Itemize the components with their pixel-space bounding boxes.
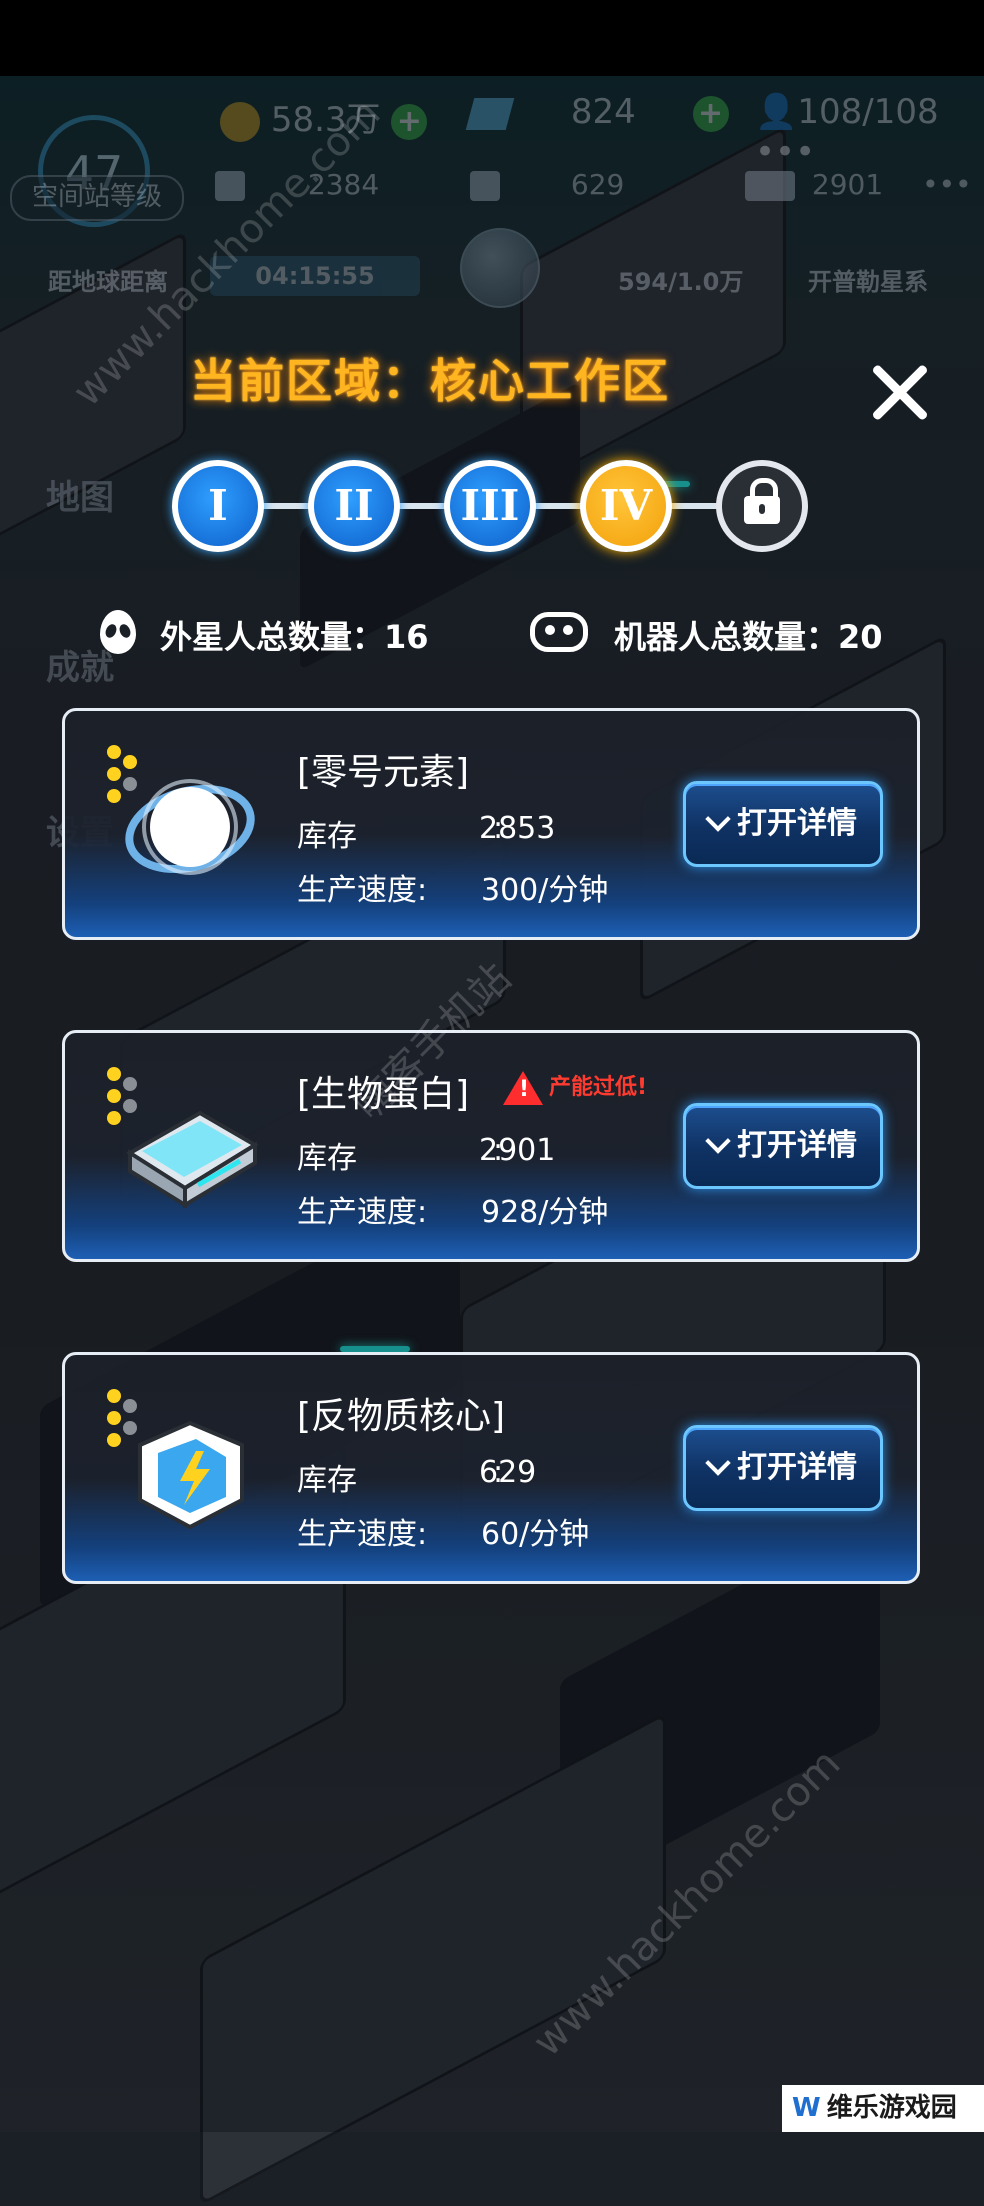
low-capacity-warning: ! 产能过低! <box>503 1069 647 1105</box>
chevron-down-icon <box>705 1449 731 1476</box>
open-details-button[interactable]: 打开详情 <box>683 1425 883 1511</box>
status-bar <box>0 0 984 76</box>
stage-3-button[interactable]: III <box>444 460 536 552</box>
warning-icon: ! <box>503 1071 543 1105</box>
stock-label: 库存 <box>297 1141 357 1176</box>
item-name: [零号元素] <box>297 752 470 793</box>
item-name: [反物质核心] <box>297 1396 506 1437</box>
rate-value: 60/分钟 <box>481 1517 590 1552</box>
warning-text: 产能过低! <box>549 1075 648 1100</box>
open-details-label: 打开详情 <box>737 806 857 841</box>
close-icon[interactable] <box>868 360 932 424</box>
rate-label: 生产速度: <box>297 873 428 908</box>
stage-locked-button[interactable] <box>716 460 808 552</box>
resource-card-zero-element: [零号元素] 库存 : 2853 生产速度: 300/分钟 打开详情 <box>62 708 920 940</box>
open-details-label: 打开详情 <box>737 1450 857 1485</box>
resource-card-antimatter-core: [反物质核心] 库存 : 629 生产速度: 60/分钟 打开详情 <box>62 1352 920 1584</box>
stock-label: 库存 <box>297 1463 357 1498</box>
rate-value: 300/分钟 <box>481 873 609 908</box>
resource-card-bio-protein: [生物蛋白] ! 产能过低! 库存 : 2901 生产速度: 928/分钟 打开详… <box>62 1030 920 1262</box>
stage-2-button[interactable]: II <box>308 460 400 552</box>
brand-logo: W 维乐游戏园 <box>782 2085 984 2132</box>
bio-protein-tray-icon <box>126 1110 259 1209</box>
rate-label: 生产速度: <box>297 1517 428 1552</box>
stage-1-button[interactable]: I <box>172 460 264 552</box>
lock-icon <box>744 478 780 524</box>
stage-4-button[interactable]: IV <box>580 460 672 552</box>
antimatter-core-cube-icon <box>138 1420 244 1530</box>
stock-value: 2853 <box>479 811 556 846</box>
rate-label: 生产速度: <box>297 1195 428 1230</box>
stock-value: 629 <box>479 1455 537 1490</box>
open-details-button[interactable]: 打开详情 <box>683 1103 883 1189</box>
robot-count: 机器人总数量：20 <box>614 618 883 656</box>
stock-label: 库存 <box>297 819 357 854</box>
alien-count: 外星人总数量：16 <box>160 618 429 656</box>
stock-value: 2901 <box>479 1133 556 1168</box>
open-details-label: 打开详情 <box>737 1128 857 1163</box>
zero-element-orb-icon <box>125 779 255 875</box>
brand-name: 维乐游戏园 <box>826 2093 957 2123</box>
current-zone-title: 当前区域：核心工作区 <box>190 354 670 408</box>
brand-logo-mark: W <box>792 2093 821 2123</box>
alien-icon <box>100 610 136 654</box>
robot-icon <box>530 612 588 652</box>
rate-value: 928/分钟 <box>481 1195 609 1230</box>
chevron-down-icon <box>705 805 731 832</box>
chevron-down-icon <box>705 1127 731 1154</box>
open-details-button[interactable]: 打开详情 <box>683 781 883 867</box>
